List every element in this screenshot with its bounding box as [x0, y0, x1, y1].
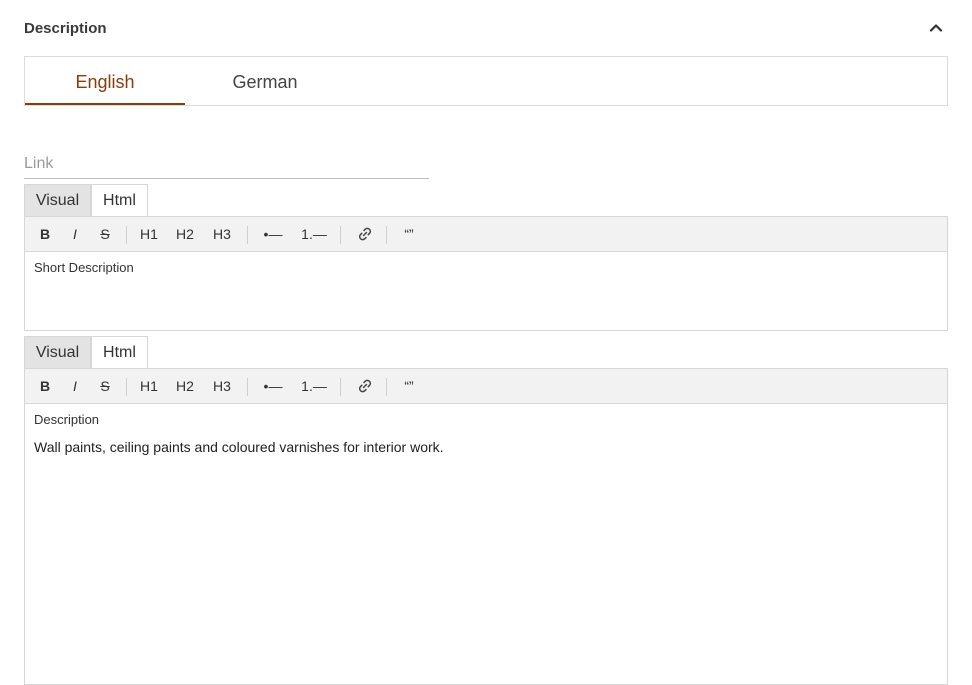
editor-toolbar: B I S H1 H2 H3 •— 1.— “”	[24, 216, 948, 252]
bold-button[interactable]: B	[33, 369, 57, 403]
italic-button[interactable]: I	[63, 217, 87, 251]
html-mode-tab[interactable]: Html	[91, 336, 148, 368]
toolbar-divider	[247, 226, 248, 244]
description-content[interactable]: Description Wall paints, ceiling paints …	[24, 404, 948, 685]
field-label: Short Description	[34, 260, 134, 275]
toolbar-divider	[126, 378, 127, 396]
chevron-up-icon[interactable]	[928, 20, 944, 36]
h1-button[interactable]: H1	[135, 217, 163, 251]
quote-button[interactable]: “”	[397, 217, 421, 251]
link-field	[24, 150, 429, 179]
html-mode-tab[interactable]: Html	[91, 184, 148, 216]
h3-button[interactable]: H3	[208, 217, 236, 251]
tab-german[interactable]: German	[185, 57, 345, 105]
ordered-list-button[interactable]: 1.—	[297, 217, 331, 251]
strikethrough-button[interactable]: S	[93, 217, 117, 251]
short-description-content[interactable]: Short Description	[24, 252, 948, 331]
section-title: Description	[24, 20, 107, 37]
h3-button[interactable]: H3	[208, 369, 236, 403]
strikethrough-button[interactable]: S	[93, 369, 117, 403]
h2-button[interactable]: H2	[171, 369, 199, 403]
bold-button[interactable]: B	[33, 217, 57, 251]
link-icon[interactable]	[352, 369, 378, 403]
field-text: Wall paints, ceiling paints and coloured…	[34, 439, 444, 455]
editor-toolbar: B I S H1 H2 H3 •— 1.— “”	[24, 368, 948, 404]
italic-button[interactable]: I	[63, 369, 87, 403]
toolbar-divider	[386, 226, 387, 244]
h2-button[interactable]: H2	[171, 217, 199, 251]
h1-button[interactable]: H1	[135, 369, 163, 403]
toolbar-divider	[386, 378, 387, 396]
bullet-list-button[interactable]: •—	[257, 217, 289, 251]
ordered-list-button[interactable]: 1.—	[297, 369, 331, 403]
toolbar-divider	[340, 226, 341, 244]
visual-mode-tab[interactable]: Visual	[24, 336, 91, 368]
field-label: Description	[34, 412, 100, 427]
bullet-list-button[interactable]: •—	[257, 369, 289, 403]
description-editor: Visual Html B I S H1 H2 H3 •— 1.— “” Des…	[24, 336, 948, 685]
link-input[interactable]	[24, 150, 429, 178]
tab-english[interactable]: English	[25, 57, 185, 105]
quote-button[interactable]: “”	[397, 369, 421, 403]
visual-mode-tab[interactable]: Visual	[24, 184, 91, 216]
toolbar-divider	[340, 378, 341, 396]
language-tabs: English German	[24, 56, 948, 106]
editor-mode-tabs: Visual Html	[24, 336, 948, 368]
toolbar-divider	[126, 226, 127, 244]
toolbar-divider	[247, 378, 248, 396]
editor-mode-tabs: Visual Html	[24, 184, 948, 216]
link-icon[interactable]	[352, 217, 378, 251]
section-header: Description	[24, 0, 948, 56]
short-description-editor: Visual Html B I S H1 H2 H3 •— 1.— “” Sho…	[24, 184, 948, 331]
